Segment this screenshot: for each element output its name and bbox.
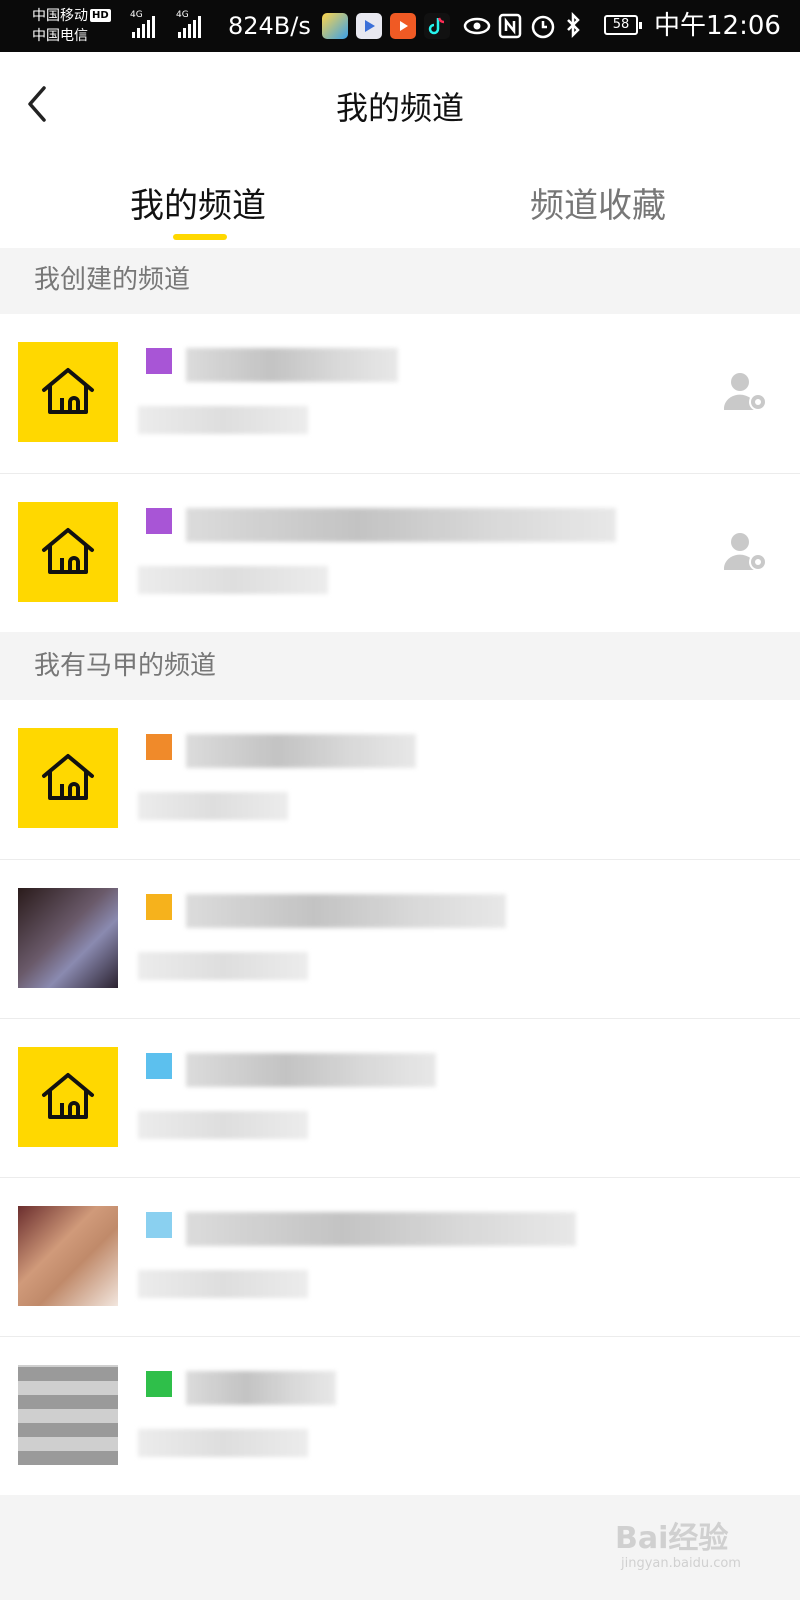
- channel-item[interactable]: [0, 314, 800, 473]
- channel-level-tag: [146, 894, 172, 920]
- channel-name-redacted: [186, 1053, 436, 1087]
- channel-level-tag: [146, 734, 172, 760]
- channel-name-redacted: [186, 348, 398, 382]
- channel-name-redacted: [186, 894, 506, 928]
- tab-bar: 我的频道 频道收藏: [0, 160, 800, 248]
- signal-icon: 4G: [130, 10, 155, 38]
- channel-item[interactable]: [0, 473, 800, 632]
- nfc-icon: [498, 12, 522, 46]
- hd-badge: HD: [90, 9, 111, 22]
- channel-item[interactable]: [0, 1018, 800, 1177]
- network-type-label: 4G: [176, 10, 189, 20]
- page-title: 我的频道: [335, 89, 464, 127]
- watermark-url: jingyan.baidu.com: [621, 1556, 741, 1571]
- bluetooth-icon: [564, 11, 582, 46]
- section-title: 我创建的频道: [34, 265, 191, 295]
- channel-name-redacted: [186, 508, 616, 542]
- member-settings-button[interactable]: [722, 370, 772, 414]
- channel-level-tag: [146, 348, 172, 374]
- play-app-icon: [390, 13, 416, 39]
- channel-level-tag: [146, 508, 172, 534]
- member-settings-button[interactable]: [722, 530, 772, 574]
- alarm-icon: [530, 12, 556, 46]
- user-settings-icon: [723, 373, 767, 411]
- channel-level-tag: [146, 1371, 172, 1397]
- channel-name-redacted: [186, 734, 416, 768]
- watermark: Bai经验 jingyan.baidu.com: [615, 1522, 741, 1572]
- section-header-created: 我创建的频道: [0, 248, 800, 314]
- house-icon: [42, 754, 94, 800]
- carrier-2: 中国电信: [32, 28, 88, 44]
- house-icon: [42, 1073, 94, 1119]
- channel-level-tag: [146, 1053, 172, 1079]
- alt-channel-list: [0, 700, 800, 1495]
- channel-subtitle-redacted: [138, 952, 308, 980]
- channel-item[interactable]: [0, 700, 800, 859]
- nav-header: 我的频道: [0, 52, 800, 160]
- tab-channel-favorites[interactable]: 频道收藏: [530, 184, 666, 228]
- section-title: 我有马甲的频道: [34, 651, 217, 681]
- network-speed: 824B/s: [228, 12, 311, 40]
- channel-item[interactable]: [0, 1177, 800, 1336]
- clock: 中午12:06: [654, 11, 781, 41]
- app-notification-icon: [322, 13, 348, 39]
- channel-subtitle-redacted: [138, 1270, 308, 1298]
- battery-icon: 58: [604, 15, 642, 35]
- channel-subtitle-redacted: [138, 406, 308, 434]
- channel-avatar: [18, 1047, 118, 1147]
- active-tab-indicator: [173, 234, 227, 240]
- channel-avatar: [18, 888, 118, 988]
- channel-level-tag: [146, 1212, 172, 1238]
- tab-my-channels[interactable]: 我的频道: [130, 184, 266, 228]
- channel-avatar: [18, 728, 118, 828]
- section-header-alt-accounts: 我有马甲的频道: [0, 634, 800, 700]
- eye-icon: [462, 12, 492, 46]
- channel-item[interactable]: [0, 1336, 800, 1495]
- tiktok-icon: [424, 13, 450, 39]
- channel-subtitle-redacted: [138, 566, 328, 594]
- house-icon: [42, 528, 94, 574]
- watermark-brand: Bai经验: [615, 1521, 729, 1556]
- channel-item[interactable]: [0, 859, 800, 1018]
- channel-avatar: [18, 1365, 118, 1465]
- channel-avatar: [18, 1206, 118, 1306]
- created-channel-list: [0, 314, 800, 632]
- channel-subtitle-redacted: [138, 792, 288, 820]
- channel-name-redacted: [186, 1371, 336, 1405]
- carrier-1: 中国移动: [32, 8, 88, 24]
- status-bar: 中国移动 HD 中国电信 4G 4G 824B/s 58 中午12:06: [0, 0, 800, 52]
- channel-name-redacted: [186, 1212, 576, 1246]
- channel-avatar: [18, 342, 118, 442]
- user-settings-icon: [723, 533, 767, 571]
- channel-subtitle-redacted: [138, 1111, 308, 1139]
- channel-avatar: [18, 502, 118, 602]
- signal-icon: 4G: [176, 10, 201, 38]
- carrier-info: 中国移动 HD 中国电信: [32, 6, 111, 46]
- house-icon: [42, 368, 94, 414]
- channel-subtitle-redacted: [138, 1429, 308, 1457]
- network-type-label: 4G: [130, 10, 143, 20]
- footer-area: Bai经验 jingyan.baidu.com: [0, 1500, 800, 1600]
- video-app-icon: [356, 13, 382, 39]
